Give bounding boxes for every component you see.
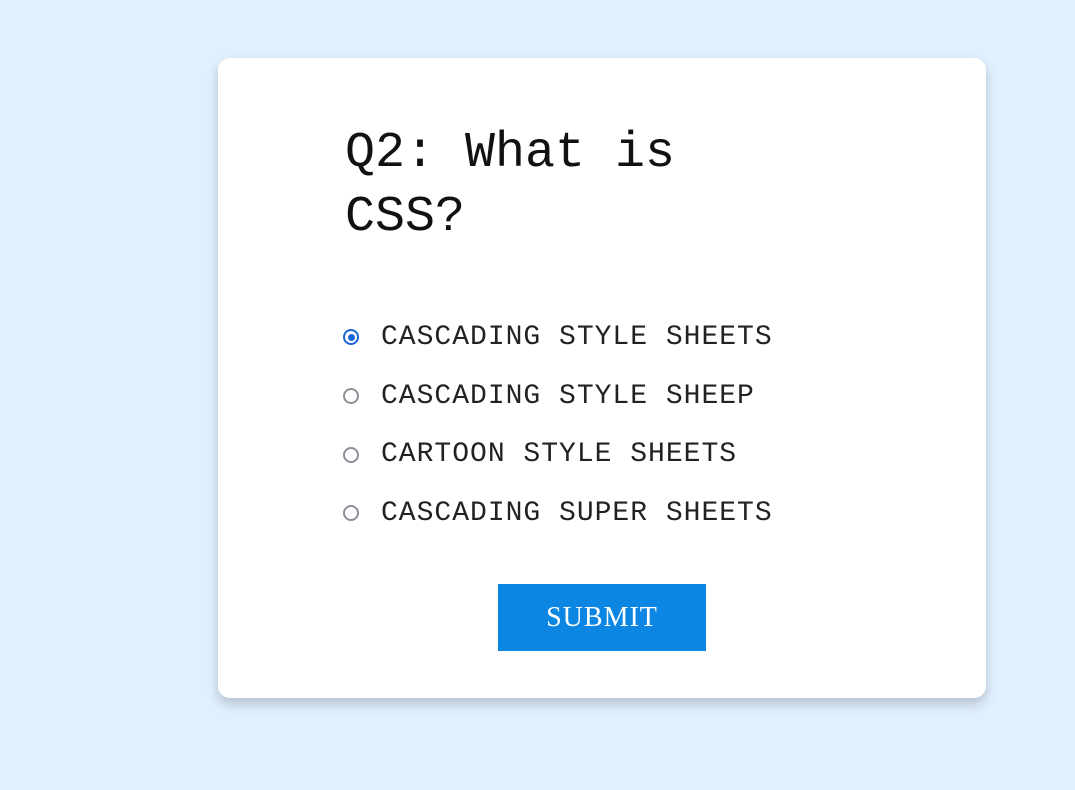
radio-button-selected[interactable] [343, 329, 359, 346]
question-title: Q2: What is CSS? [345, 125, 676, 246]
quiz-card: Q2: What is CSS? CASCADING STYLE SHEETS … [218, 58, 986, 698]
submit-button[interactable]: SUBMIT [498, 584, 706, 651]
radio-button[interactable] [343, 446, 359, 463]
answer-option-1[interactable]: CASCADING STYLE SHEETS [343, 308, 773, 367]
answer-label: CARTOON STYLE SHEETS [381, 439, 738, 471]
answer-option-2[interactable]: CASCADING STYLE SHEEP [343, 367, 773, 426]
radio-button[interactable] [343, 505, 359, 522]
answer-list: CASCADING STYLE SHEETS CASCADING STYLE S… [343, 308, 773, 543]
answer-option-4[interactable]: CASCADING SUPER SHEETS [343, 484, 773, 543]
answer-label: CASCADING STYLE SHEEP [381, 380, 755, 412]
answer-label: CASCADING STYLE SHEETS [381, 321, 773, 353]
answer-option-3[interactable]: CARTOON STYLE SHEETS [343, 425, 773, 484]
answer-label: CASCADING SUPER SHEETS [381, 497, 773, 529]
radio-button[interactable] [343, 388, 359, 405]
